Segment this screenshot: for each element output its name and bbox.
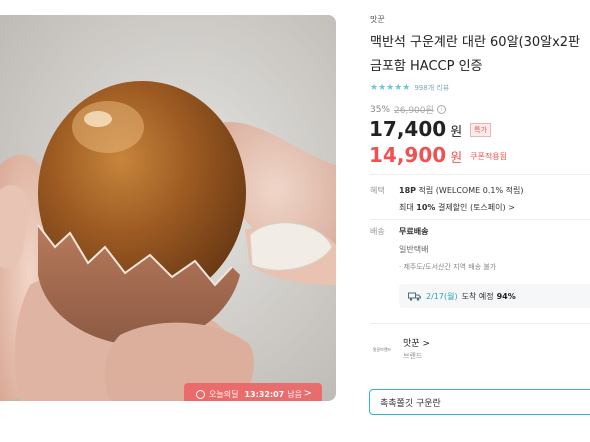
benefits-label: 혜택 bbox=[370, 186, 385, 195]
clock-icon bbox=[196, 389, 205, 399]
product-title-line2: 금포함 HACCP 인증 bbox=[370, 59, 483, 74]
card-discount-pct: 10% bbox=[416, 203, 436, 212]
brand-sub-label: 브랜드 bbox=[403, 352, 423, 360]
divider bbox=[370, 323, 590, 324]
truck-icon bbox=[408, 292, 421, 301]
island-shipping-note: · 제주도/도서산간 지역 배송 불가 bbox=[399, 263, 497, 271]
chevron-right-icon: > bbox=[303, 388, 312, 399]
card-discount-link[interactable]: 최대 10% 결제할인 (토스페이) > bbox=[399, 202, 515, 213]
card-prefix: 최대 bbox=[399, 203, 417, 212]
coupon-price: 14,900 bbox=[369, 143, 447, 167]
shipping-label: 배송 bbox=[370, 227, 385, 236]
deal-timer-suffix: 남음 bbox=[287, 389, 302, 399]
chevron-right-icon: > bbox=[422, 339, 430, 349]
divider bbox=[370, 174, 590, 175]
price-unit: 원 bbox=[450, 125, 463, 140]
original-price: 26,900원 bbox=[394, 106, 434, 116]
review-count[interactable]: 998개 리뷰 bbox=[414, 83, 449, 93]
coupon-price-row: 14,900 원 쿠폰적용됨 bbox=[369, 143, 507, 167]
card-discount-text: 결제할인 (토스페이) bbox=[435, 203, 506, 212]
shipping-fee: 무료배송 bbox=[399, 226, 428, 237]
eta-percent: 94% bbox=[496, 291, 516, 301]
delivery-estimate: 2/17(월) 도착 예정 94% bbox=[399, 284, 590, 308]
discount-percent: 35% bbox=[370, 104, 391, 115]
chevron-right-icon: > bbox=[508, 203, 515, 212]
seller-name[interactable]: 맛꾼 bbox=[370, 14, 385, 25]
special-price-badge: 특가 bbox=[470, 123, 492, 137]
coupon-applied-label: 쿠폰적용됨 bbox=[470, 152, 507, 161]
eta-text: 도착 예정 bbox=[461, 291, 494, 301]
brand-name-link[interactable]: 맛꾼 > bbox=[403, 336, 430, 349]
points-amount: 18P bbox=[399, 186, 416, 195]
deal-timer: 13:32:07 bbox=[244, 389, 285, 399]
free-shipping-text: 무료배송 bbox=[399, 227, 429, 236]
island-note-text: 제주도/도서산간 지역 배송 불가 bbox=[403, 263, 497, 271]
discount-row: 35% 26,900원 i bbox=[370, 103, 446, 116]
sale-price: 17,400 bbox=[369, 117, 447, 141]
product-title: 맥반석 구운계란 대란 60알(30알x2판 금포함 HACCP 인증 bbox=[370, 31, 590, 79]
divider bbox=[370, 219, 590, 220]
star-rating-icon: ★★★★★ bbox=[370, 83, 411, 93]
deal-label: 오늘의딜 bbox=[209, 389, 239, 399]
price-row: 17,400 원 특가 bbox=[369, 117, 492, 141]
coupon-price-unit: 원 bbox=[450, 151, 463, 166]
shipping-type: 일반택배 bbox=[399, 245, 429, 254]
info-icon[interactable]: i bbox=[436, 105, 446, 114]
coupon-option-label: 촉촉쫄깃 구운란 bbox=[380, 398, 441, 409]
deal-timer-badge[interactable]: 오늘의딜 13:32:07 남음 > bbox=[184, 383, 322, 401]
product-title-line1: 맥반석 구운계란 대란 60알(30알x2판 bbox=[370, 35, 581, 50]
coupon-option-button[interactable]: 촉촉쫄깃 구운란 bbox=[369, 389, 590, 415]
points-info: 18P 적립 (WELCOME 0.1% 적립) bbox=[399, 185, 523, 196]
egg-photo bbox=[0, 15, 336, 401]
rating-summary[interactable]: ★★★★★ 998개 리뷰 bbox=[370, 83, 449, 93]
product-image[interactable]: 오늘의딜 13:32:07 남음 > bbox=[0, 15, 336, 401]
points-text: 적립 (WELCOME 0.1% 적립) bbox=[416, 186, 524, 195]
brand-logo[interactable]: 맛꾼브랜드 bbox=[370, 339, 394, 359]
brand-name: 맛꾼 bbox=[403, 339, 420, 349]
eta-date: 2/17(월) bbox=[426, 291, 458, 301]
